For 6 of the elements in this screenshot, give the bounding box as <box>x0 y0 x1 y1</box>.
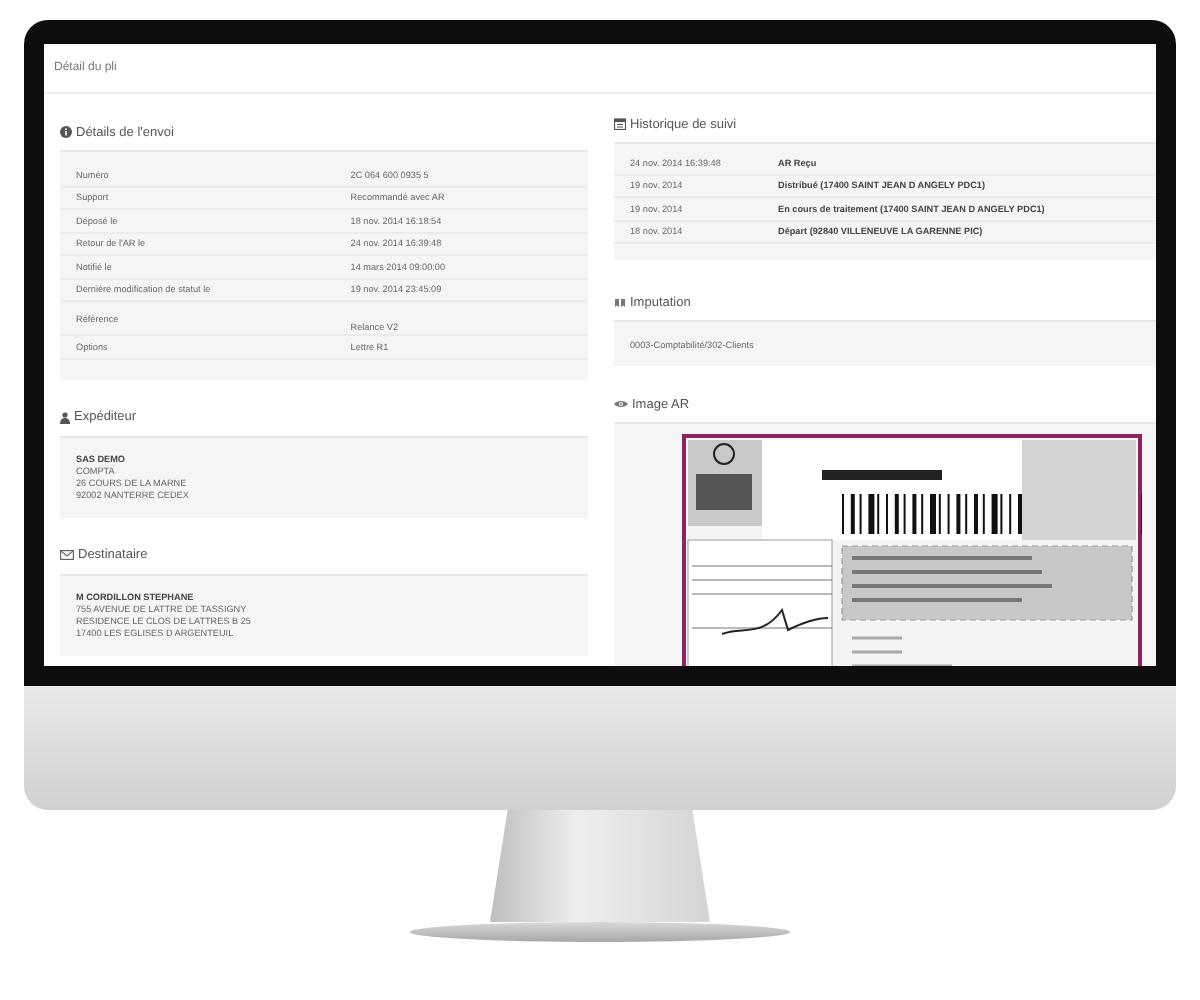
calendar-icon <box>614 118 626 130</box>
envelope-icon <box>60 550 74 560</box>
bookmark-icon <box>614 297 626 307</box>
user-icon <box>60 411 70 423</box>
eye-icon <box>614 400 628 408</box>
info-icon <box>60 126 72 138</box>
